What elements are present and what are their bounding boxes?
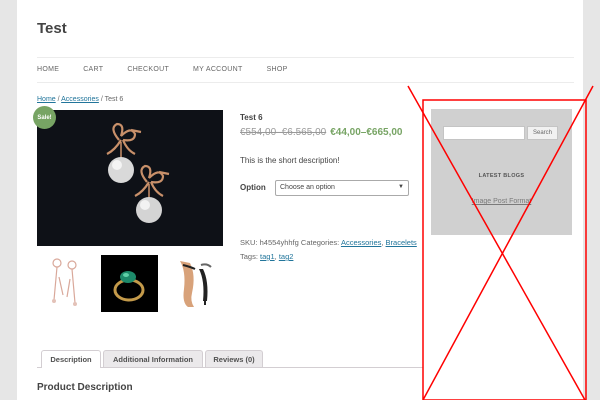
nav-item-cart[interactable]: CART bbox=[83, 66, 103, 73]
sidebar-search-input[interactable] bbox=[443, 126, 525, 140]
option-select[interactable]: Choose an option ▼ bbox=[275, 180, 409, 196]
sale-badge: Sale! bbox=[33, 106, 56, 129]
high-heels-thumbnail bbox=[165, 255, 222, 312]
breadcrumb-current: Test 6 bbox=[104, 96, 124, 103]
tab-additional-information[interactable]: Additional Information bbox=[103, 350, 203, 367]
sku-label: SKU: bbox=[240, 238, 258, 247]
dropdown-arrow-icon: ▼ bbox=[398, 184, 404, 190]
nav-item-checkout[interactable]: CHECKOUT bbox=[127, 66, 169, 73]
breadcrumb-home-link[interactable]: Home bbox=[37, 96, 56, 103]
breadcrumb-category-link[interactable]: Accessories bbox=[61, 96, 99, 103]
nav-top-divider bbox=[37, 57, 574, 58]
sku-value: h4554yhhfg bbox=[259, 238, 299, 247]
nav-item-my-account[interactable]: MY ACCOUNT bbox=[193, 66, 243, 73]
tab-description[interactable]: Description bbox=[41, 350, 101, 368]
product-title: Test 6 bbox=[240, 113, 263, 122]
category-link-bracelets[interactable]: Bracelets bbox=[386, 238, 417, 247]
short-description: This is the short description! bbox=[240, 156, 340, 165]
option-select-value: Choose an option bbox=[280, 184, 335, 191]
regular-price: €554,00–€6.565,00 bbox=[240, 127, 327, 138]
tab-reviews[interactable]: Reviews (0) bbox=[205, 350, 263, 367]
product-meta-tags: Tags: tag1, tag2 bbox=[240, 252, 294, 261]
product-meta-sku-categories: SKU: h4554yhhfg Categories: Accessories,… bbox=[240, 238, 417, 247]
blog-post-link[interactable]: Image Post Format bbox=[431, 198, 572, 205]
breadcrumb: Home / Accessories / Test 6 bbox=[37, 96, 123, 103]
tags-label: Tags: bbox=[240, 252, 258, 261]
tag-link-tag1[interactable]: tag1 bbox=[260, 252, 275, 261]
nav-bottom-divider bbox=[37, 82, 574, 83]
sidebar: Search LATEST BLOGS Image Post Format bbox=[431, 109, 572, 235]
product-thumbnail-earrings[interactable] bbox=[37, 255, 94, 312]
pearl-earrings-image bbox=[106, 122, 170, 223]
page-container: Test HOME CART CHECKOUT MY ACCOUNT SHOP … bbox=[17, 0, 583, 400]
category-link-accessories[interactable]: Accessories bbox=[341, 238, 381, 247]
main-nav: HOME CART CHECKOUT MY ACCOUNT SHOP bbox=[37, 66, 312, 73]
nav-item-home[interactable]: HOME bbox=[37, 66, 59, 73]
rose-gold-earrings-thumbnail bbox=[37, 255, 94, 312]
site-title[interactable]: Test bbox=[37, 20, 67, 37]
product-description-heading: Product Description bbox=[37, 382, 133, 393]
product-thumbnail-ring[interactable] bbox=[101, 255, 158, 312]
product-price: €554,00–€6.565,00 €44,00–€665,00 bbox=[240, 127, 403, 138]
latest-blogs-title: LATEST BLOGS bbox=[478, 173, 525, 179]
tag-link-tag2[interactable]: tag2 bbox=[279, 252, 294, 261]
product-thumbnail-heels[interactable] bbox=[165, 255, 222, 312]
nav-item-shop[interactable]: SHOP bbox=[267, 66, 288, 73]
sale-price: €44,00–€665,00 bbox=[330, 127, 403, 138]
option-label: Option bbox=[240, 183, 266, 192]
emerald-ring-thumbnail bbox=[101, 255, 158, 312]
product-main-image[interactable] bbox=[37, 110, 223, 246]
sidebar-search-button[interactable]: Search bbox=[527, 126, 558, 140]
categories-label: Categories: bbox=[300, 238, 340, 247]
